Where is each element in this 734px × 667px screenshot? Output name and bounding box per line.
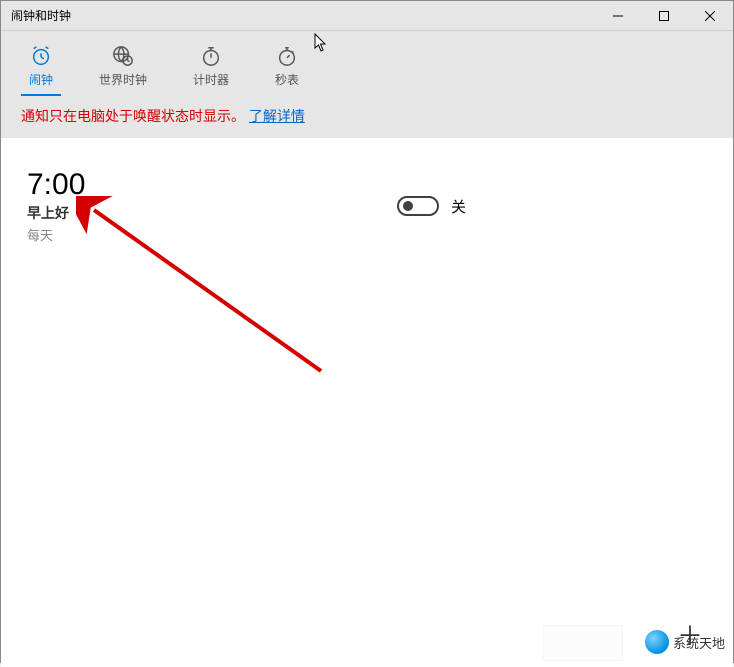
minimize-button[interactable] bbox=[595, 1, 641, 30]
watermark-globe-icon bbox=[645, 630, 669, 654]
alarm-repeat: 每天 bbox=[27, 225, 377, 244]
notification-text: 通知只在电脑处于唤醒状态时显示。 bbox=[21, 108, 245, 124]
notification-bar: 通知只在电脑处于唤醒状态时显示。 了解详情 bbox=[1, 96, 733, 138]
content-area: 7:00 早上好 每天 关 ＋ bbox=[1, 138, 733, 667]
tab-timer[interactable]: 计时器 bbox=[185, 41, 237, 96]
tab-world-clock[interactable]: 世界时钟 bbox=[91, 41, 155, 96]
globe-clock-icon bbox=[112, 45, 134, 67]
tab-stopwatch[interactable]: 秒表 bbox=[267, 41, 307, 96]
maximize-button[interactable] bbox=[641, 1, 687, 30]
toggle-state-label: 关 bbox=[451, 196, 466, 217]
alarm-icon bbox=[30, 45, 52, 67]
tab-label: 闹钟 bbox=[29, 71, 53, 88]
alarm-toggle-group: 关 bbox=[397, 196, 466, 217]
tab-bar: 闹钟 世界时钟 计时器 秒表 bbox=[1, 31, 733, 96]
window-controls bbox=[595, 1, 733, 30]
close-button[interactable] bbox=[687, 1, 733, 30]
tab-label: 计时器 bbox=[193, 71, 229, 88]
learn-more-link[interactable]: 了解详情 bbox=[249, 108, 305, 124]
alarm-time: 7:00 bbox=[27, 168, 377, 201]
stopwatch-icon bbox=[276, 45, 298, 67]
toggle-knob bbox=[403, 201, 413, 211]
timer-icon bbox=[200, 45, 222, 67]
watermark: 系统天地 bbox=[645, 630, 725, 654]
titlebar: 闹钟和时钟 bbox=[1, 1, 733, 31]
alarm-info: 7:00 早上好 每天 bbox=[27, 168, 377, 244]
alarm-name: 早上好 bbox=[27, 203, 377, 223]
watermark-text: 系统天地 bbox=[673, 633, 725, 652]
tab-label: 秒表 bbox=[275, 71, 299, 88]
background-decoration bbox=[543, 625, 623, 661]
alarm-item[interactable]: 7:00 早上好 每天 关 bbox=[27, 168, 707, 244]
tab-alarm[interactable]: 闹钟 bbox=[21, 41, 61, 96]
tab-label: 世界时钟 bbox=[99, 71, 147, 88]
alarm-toggle[interactable] bbox=[397, 196, 439, 216]
window-title: 闹钟和时钟 bbox=[11, 7, 595, 24]
